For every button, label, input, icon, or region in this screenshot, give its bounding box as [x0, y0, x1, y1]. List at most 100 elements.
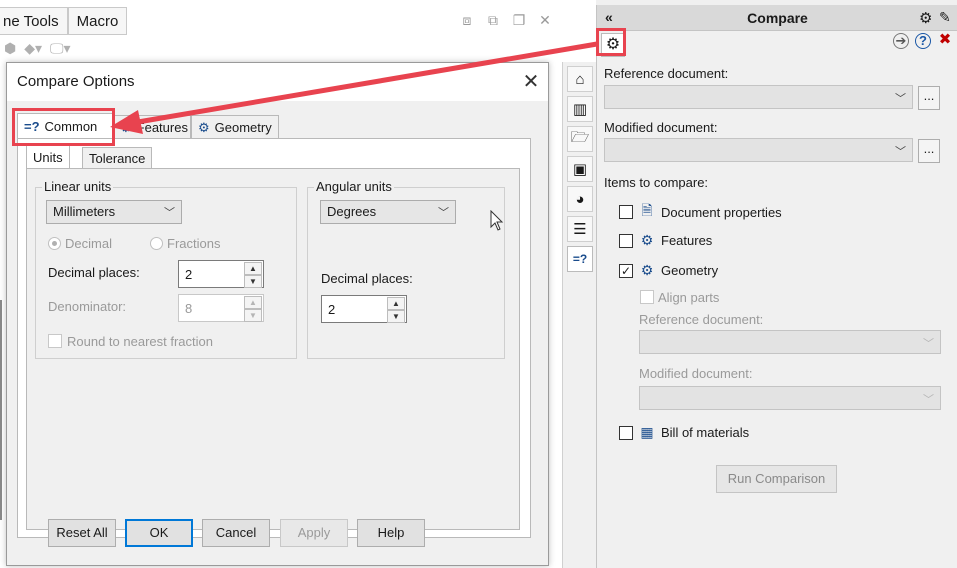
features-icon: ⚙	[120, 119, 132, 135]
linear-decimal-places-value: 2	[185, 267, 193, 282]
tab-features-label: Features	[136, 120, 188, 135]
angular-units-label: Angular units	[314, 179, 394, 194]
compare-icon[interactable]: =?	[567, 246, 593, 272]
next-icon[interactable]: ➔	[893, 33, 909, 49]
pin-icon[interactable]: ✎	[939, 9, 951, 26]
radio-fractions[interactable]: Fractions	[150, 236, 220, 251]
restore-icon[interactable]: ❐	[510, 12, 528, 29]
round-fraction-label: Round to nearest fraction	[67, 334, 213, 349]
radio-decimal[interactable]: Decimal	[48, 236, 112, 251]
close-icon[interactable]: ✕	[536, 12, 554, 29]
toolbar-row: ⬢ ◆▾ 🖵▾	[4, 40, 71, 57]
sub-modified-select[interactable]: ﹀	[639, 386, 941, 410]
home-icon[interactable]: ⌂	[567, 66, 593, 92]
run-comparison-button[interactable]: Run Comparison	[716, 465, 837, 493]
appearance-icon[interactable]: ◕	[567, 186, 593, 212]
properties-icon[interactable]: ☰	[567, 216, 593, 242]
subtab-tolerance[interactable]: Tolerance	[82, 147, 153, 169]
panel-action-icons: ➔ ? ✖	[893, 32, 953, 49]
items-to-compare-label: Items to compare:	[604, 175, 709, 190]
denominator-spinner[interactable]: 8 ▲ ▼	[178, 294, 264, 322]
modified-browse-button[interactable]: ...	[918, 139, 940, 163]
dialog-close-icon[interactable]: ✕	[519, 69, 543, 94]
item-geometry[interactable]: ✓ ⚙ Geometry	[619, 262, 718, 279]
features-checkbox[interactable]	[619, 233, 633, 248]
linear-decimal-places-spinner[interactable]: 2 ▲ ▼	[178, 260, 264, 288]
ok-button[interactable]: OK	[125, 519, 193, 547]
angular-decimal-places-spinner[interactable]: 2 ▲ ▼	[321, 295, 407, 323]
dialog-title: Compare Options	[17, 73, 135, 90]
item-bill-of-materials[interactable]: ▦ Bill of materials	[619, 424, 749, 441]
bill-of-materials-icon: ▦	[640, 424, 654, 440]
tab-geometry-label: Geometry	[214, 120, 272, 135]
view-orientation-icon[interactable]: ⬢	[4, 40, 16, 57]
compare-panel: « Compare ⚙ ✎ ⚙ ➔ ? ✖ Reference document…	[596, 5, 957, 568]
spin-down-icon[interactable]: ▼	[387, 310, 405, 323]
panel-header: « Compare ⚙ ✎	[597, 5, 957, 31]
decimal-places-label: Decimal places:	[48, 265, 140, 280]
radio-fractions-button[interactable]	[150, 237, 163, 250]
parts-icon[interactable]: ▥	[567, 96, 593, 122]
apply-button[interactable]: Apply	[280, 519, 348, 547]
geometry-icon: ⚙	[198, 119, 210, 135]
linear-units-label: Linear units	[42, 179, 114, 194]
radio-decimal-button[interactable]	[48, 237, 61, 250]
display-style-icon[interactable]: ◆▾	[24, 40, 42, 57]
document-properties-checkbox[interactable]	[619, 205, 633, 219]
angular-units-select[interactable]: Degrees ﹀	[320, 200, 456, 224]
help-button[interactable]: Help	[357, 519, 425, 547]
help-icon[interactable]: ?	[915, 33, 931, 49]
subtab-units[interactable]: Units	[26, 145, 70, 169]
tab-geometry[interactable]: ⚙ Geometry	[191, 115, 279, 139]
item-document-properties[interactable]: 🗎 Document properties	[619, 200, 782, 224]
chevron-down-icon: ﹀	[895, 146, 906, 158]
geometry-checkbox[interactable]: ✓	[619, 263, 633, 278]
chevron-down-icon: ﹀	[923, 338, 934, 350]
dialog-titlebar: Compare Options ✕	[7, 63, 548, 101]
highlight-options-gear	[596, 28, 626, 56]
bill-of-materials-label: Bill of materials	[661, 425, 750, 440]
geometry-label: Geometry	[661, 263, 719, 278]
modified-document-select[interactable]: ﹀	[604, 138, 913, 162]
tab-macro[interactable]: Macro	[67, 7, 128, 35]
round-fraction-checkbox[interactable]	[48, 334, 62, 348]
linear-units-select[interactable]: Millimeters ﹀	[46, 200, 182, 224]
highlight-common-tab	[12, 108, 115, 146]
model-edge	[0, 300, 3, 520]
sub-reference-select[interactable]: ﹀	[639, 330, 941, 354]
angular-decimal-places-label: Decimal places:	[321, 271, 413, 286]
units-panel: Linear units Millimeters ﹀ Decimal Fract…	[26, 168, 520, 530]
reference-browse-button[interactable]: ...	[918, 86, 940, 110]
chevron-down-icon: ﹀	[164, 207, 175, 219]
task-pane-tabs: ⌂ ▥ 🗁 ▣ ◕ ☰ =?	[562, 62, 596, 568]
angular-units-group: Angular units Degrees ﹀ Decimal places: …	[307, 179, 505, 359]
linear-units-group: Linear units Millimeters ﹀ Decimal Fract…	[35, 179, 297, 359]
item-features[interactable]: ⚙ Features	[619, 232, 712, 249]
view-palette-icon[interactable]: ▣	[567, 156, 593, 182]
document-properties-icon: 🗎	[641, 202, 653, 218]
reference-document-select[interactable]: ﹀	[604, 85, 913, 109]
folder-icon[interactable]: 🗁	[567, 126, 593, 152]
reset-all-button[interactable]: Reset All	[48, 519, 116, 547]
tile-left-icon[interactable]: ⧈	[458, 12, 476, 29]
align-parts-checkbox[interactable]	[640, 290, 654, 304]
tile-right-icon[interactable]: ⧉	[484, 12, 502, 29]
tab-tools[interactable]: ne Tools	[0, 7, 68, 35]
close-icon[interactable]: ✖	[937, 32, 953, 49]
angular-units-value: Degrees	[327, 204, 377, 219]
gear-icon[interactable]: ⚙	[919, 9, 932, 27]
spin-up-icon[interactable]: ▲	[387, 297, 405, 310]
sub-modified-label: Modified document:	[639, 366, 753, 381]
spin-up-icon[interactable]: ▲	[244, 262, 262, 275]
monitor-icon[interactable]: 🖵▾	[50, 40, 71, 57]
tab-features[interactable]: ⚙ Features	[113, 115, 191, 139]
spin-down-icon[interactable]: ▼	[244, 275, 262, 288]
spin-up-icon[interactable]: ▲	[244, 296, 262, 309]
bill-of-materials-checkbox[interactable]	[619, 425, 633, 440]
cancel-button[interactable]: Cancel	[202, 519, 270, 547]
chevron-down-icon: ﹀	[895, 93, 906, 105]
spin-down-icon[interactable]: ▼	[244, 309, 262, 322]
align-parts-label: Align parts	[658, 290, 720, 305]
document-properties-label: Document properties	[661, 204, 782, 220]
command-manager-tabs: ne Tools Macro	[0, 7, 128, 35]
